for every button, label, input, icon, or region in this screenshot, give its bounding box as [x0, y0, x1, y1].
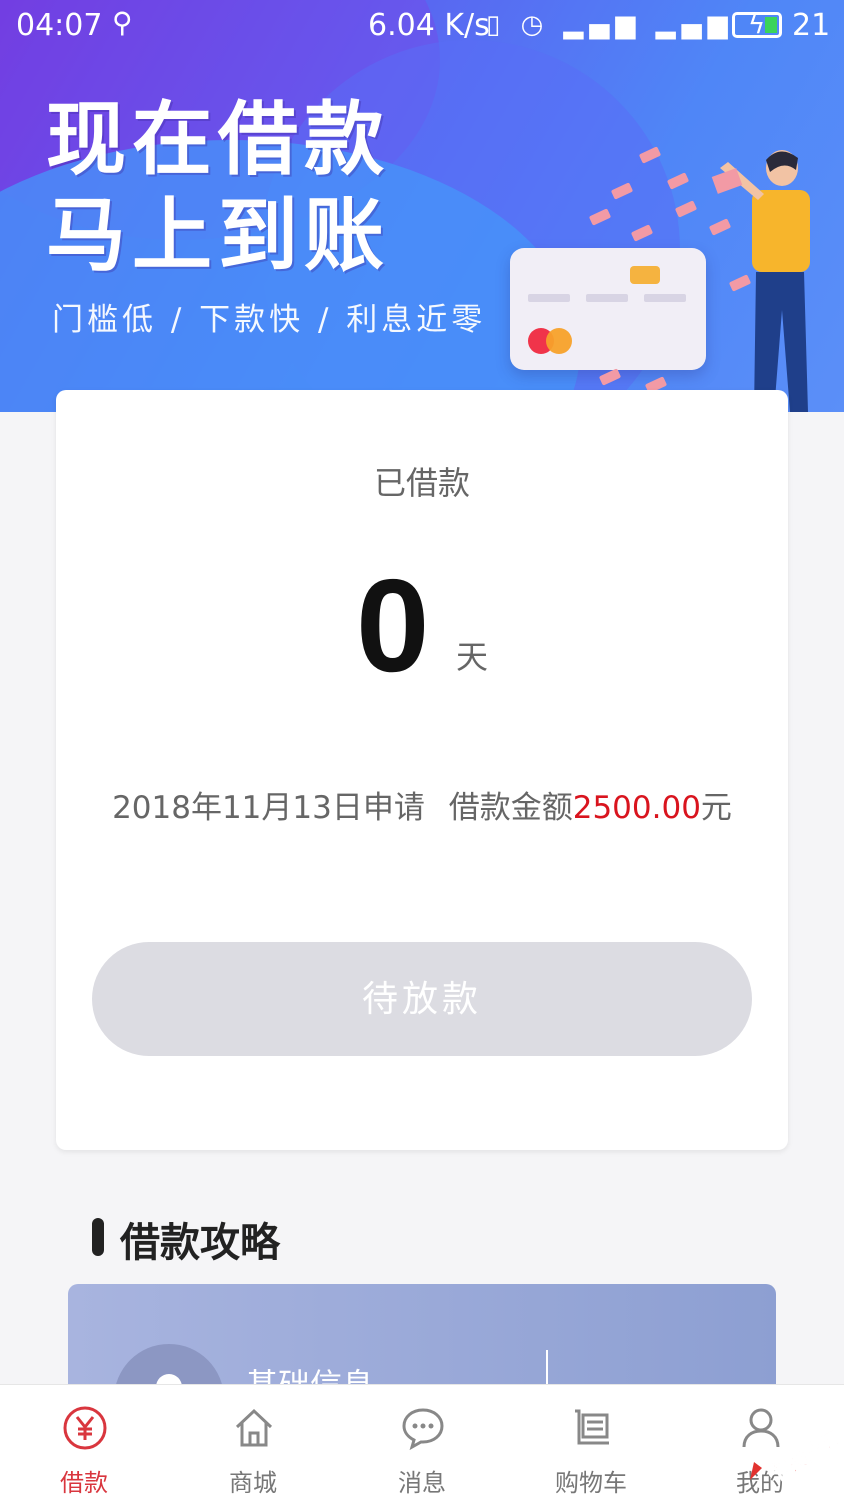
network-speed: 6.04 K/s — [368, 8, 490, 43]
amount-label: 借款金额 — [448, 790, 573, 826]
hero-title-line2: 马上到账 — [46, 189, 390, 282]
tab-messages[interactable]: 消息 — [338, 1385, 506, 1500]
days-count: 0 — [356, 552, 430, 699]
cart-icon — [575, 1409, 609, 1445]
strategy-section-title: 借款攻略 — [120, 1220, 280, 1266]
yen-icon — [63, 1406, 107, 1450]
svg-text:卡农社区: 卡农社区 — [764, 1427, 840, 1488]
hero-banner[interactable]: 04:07 ⚲ 6.04 K/s ▯ ◷ ▂▄▆ ▂▄▆ ϟ 21 现在借款 马… — [0, 0, 844, 412]
usb-icon: ⚲ — [112, 6, 133, 39]
loan-amount: 2500.00 — [572, 790, 701, 826]
watermark-logo: 卡农社区 — [750, 1427, 840, 1488]
battery-icon — [732, 12, 782, 38]
loan-status-label: 已借款 — [373, 464, 470, 502]
chat-icon — [402, 1408, 444, 1451]
credit-card-illustration — [510, 248, 706, 370]
apply-date: 2018年11月13日申请 — [112, 790, 425, 826]
tab-loan[interactable]: 借款 — [0, 1385, 168, 1500]
status-bar: 04:07 ⚲ 6.04 K/s ▯ ◷ ▂▄▆ ▂▄▆ ϟ 21 — [0, 0, 844, 52]
person-illustration — [711, 150, 810, 412]
apply-info: 2018年11月13日申请 借款金额2500.00元 — [0, 782, 844, 827]
hero-title-line1: 现在借款 — [46, 93, 390, 186]
tab-messages-label: 消息 — [398, 1469, 446, 1497]
tab-mall[interactable]: 商城 — [169, 1385, 337, 1500]
hero-title: 现在借款 马上到账 — [46, 92, 390, 284]
status-time: 04:07 — [16, 8, 103, 43]
tab-mall-label: 商城 — [229, 1469, 277, 1497]
status-icons: ▯ ◷ ▂▄▆ ▂▄▆ ϟ — [486, 10, 772, 40]
days-unit: 天 — [456, 638, 489, 676]
section-marker — [92, 1218, 104, 1256]
tab-loan-label: 借款 — [60, 1469, 108, 1497]
hero-subtitle: 门槛低 / 下款快 / 利息近零 — [52, 302, 487, 338]
battery-level: 21 — [792, 8, 831, 43]
tab-cart[interactable]: 购物车 — [507, 1385, 675, 1500]
amount-unit: 元 — [700, 790, 732, 826]
tab-cart-label: 购物车 — [555, 1469, 627, 1497]
pending-disbursement-button[interactable]: 待放款 — [92, 942, 752, 1056]
home-icon — [235, 1408, 273, 1447]
bottom-tab-bar: 借款 商城 消息 购物车 我的 — [0, 1384, 844, 1500]
